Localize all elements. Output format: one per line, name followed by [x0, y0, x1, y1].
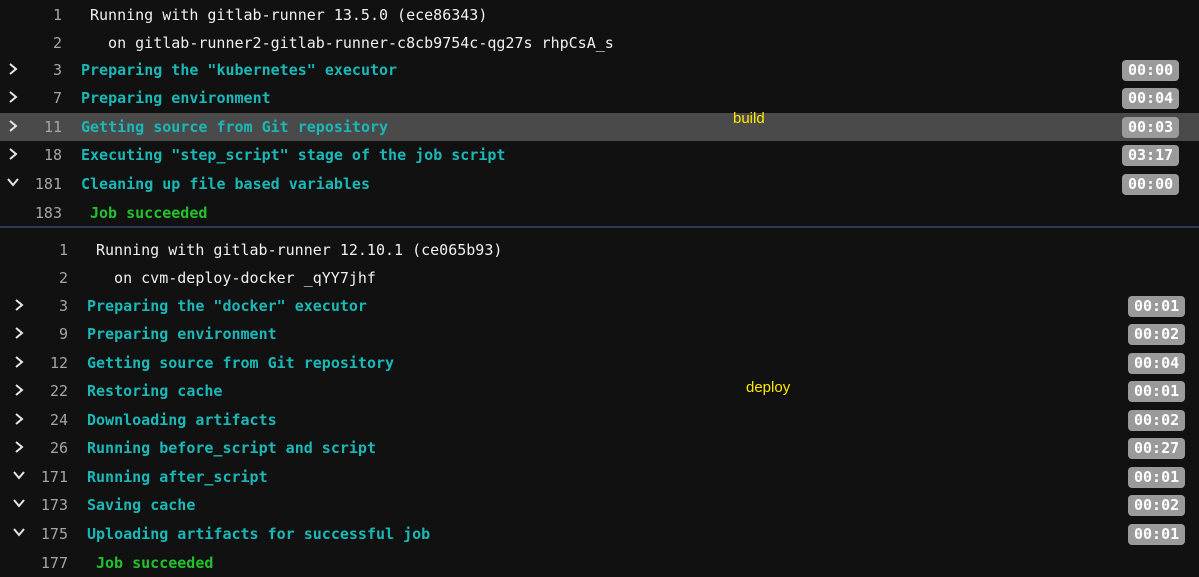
chevron-right-icon[interactable] [11, 409, 27, 429]
duration-badge: 00:02 [1128, 324, 1186, 345]
job-succeeded-text: Job succeeded [90, 204, 208, 222]
chevron-right-icon[interactable] [5, 59, 21, 79]
log-text: Running with gitlab-runner 12.10.1 (ce06… [96, 241, 503, 259]
log-section-download-artifacts[interactable]: 24 Downloading artifacts 00:02 [0, 406, 1199, 434]
line-number: 183 [34, 204, 62, 222]
chevron-right-icon[interactable] [11, 323, 27, 343]
chevron-down-icon[interactable] [11, 523, 27, 543]
section-title[interactable]: Uploading artifacts for successful job [87, 520, 430, 548]
section-title[interactable]: Getting source from Git repository [81, 113, 388, 141]
log-section-get-source[interactable]: 11 Getting source from Git repository 00… [0, 113, 1199, 141]
line-number: 22 [49, 382, 68, 400]
chevron-right-icon[interactable] [11, 380, 27, 400]
section-title[interactable]: Saving cache [87, 491, 195, 519]
section-title[interactable]: Preparing the "kubernetes" executor [81, 56, 397, 84]
log-section-cleanup[interactable]: 181 Cleaning up file based variables 00:… [0, 170, 1199, 198]
job-succeeded-text: Job succeeded [96, 554, 214, 572]
log-section-upload-artifacts[interactable]: 175 Uploading artifacts for successful j… [0, 520, 1199, 548]
line-number: 12 [49, 354, 68, 372]
chevron-right-icon[interactable] [5, 116, 21, 136]
duration-badge: 00:03 [1122, 117, 1180, 138]
line-number: 173 [40, 496, 68, 514]
duration-badge: 00:00 [1122, 60, 1180, 81]
section-title[interactable]: Running after_script [87, 463, 268, 491]
log-section-after-script[interactable]: 171 Running after_script 00:01 [0, 463, 1199, 491]
section-title[interactable]: Preparing environment [87, 320, 277, 348]
section-title[interactable]: Cleaning up file based variables [81, 170, 370, 198]
line-number: 3 [52, 61, 62, 79]
section-title[interactable]: Downloading artifacts [87, 406, 277, 434]
duration-badge: 00:27 [1128, 438, 1186, 459]
section-title[interactable]: Preparing environment [81, 84, 271, 112]
log-section-script[interactable]: 26 Running before_script and script 00:2… [0, 434, 1199, 462]
line-number: 1 [52, 6, 62, 24]
log-section-restore-cache[interactable]: 22 Restoring cache 00:01 [0, 377, 1199, 405]
line-number: 2 [58, 269, 68, 287]
log-section-prepare-environment[interactable]: 9 Preparing environment 00:02 [0, 320, 1199, 348]
line-number: 2 [52, 34, 62, 52]
chevron-down-icon[interactable] [11, 494, 27, 514]
line-number: 171 [40, 468, 68, 486]
line-number: 9 [58, 325, 68, 343]
log-section-prepare-executor[interactable]: 3 Preparing the "docker" executor 00:01 [0, 292, 1199, 320]
duration-badge: 00:01 [1128, 381, 1186, 402]
chevron-right-icon[interactable] [5, 87, 21, 107]
duration-badge: 00:04 [1128, 353, 1186, 374]
line-number: 175 [40, 525, 68, 543]
chevron-down-icon[interactable] [11, 466, 27, 486]
log-section-get-source[interactable]: 12 Getting source from Git repository 00… [0, 349, 1199, 377]
section-title[interactable]: Running before_script and script [87, 434, 376, 462]
log-line: 2 on cvm-deploy-docker _qYY7jhf [0, 264, 1199, 292]
log-section-save-cache[interactable]: 173 Saving cache 00:02 [0, 491, 1199, 519]
duration-badge: 00:04 [1122, 88, 1180, 109]
section-title[interactable]: Preparing the "docker" executor [87, 292, 367, 320]
stage-label: build [733, 110, 765, 127]
log-text: on cvm-deploy-docker _qYY7jhf [96, 269, 376, 287]
line-number: 181 [34, 175, 62, 193]
line-number: 11 [43, 118, 62, 136]
line-number: 7 [52, 89, 62, 107]
line-number: 1 [58, 241, 68, 259]
stage-label: deploy [746, 379, 791, 396]
section-title[interactable]: Getting source from Git repository [87, 349, 394, 377]
log-section-step-script[interactable]: 18 Executing "step_script" stage of the … [0, 141, 1199, 169]
log-line: 2 on gitlab-runner2-gitlab-runner-c8cb97… [0, 29, 1199, 57]
log-line: 177 Job succeeded [0, 549, 1199, 577]
line-number: 18 [43, 146, 62, 164]
line-number: 177 [40, 554, 68, 572]
chevron-right-icon[interactable] [11, 295, 27, 315]
chevron-right-icon[interactable] [11, 352, 27, 372]
log-text: on gitlab-runner2-gitlab-runner-c8cb9754… [90, 34, 614, 52]
duration-badge: 00:01 [1128, 467, 1186, 488]
log-section-prepare-environment[interactable]: 7 Preparing environment 00:04 [0, 84, 1199, 112]
duration-badge: 00:00 [1122, 174, 1180, 195]
build-job-log: 1 Running with gitlab-runner 13.5.0 (ece… [0, 0, 1199, 226]
chevron-right-icon[interactable] [5, 144, 21, 164]
duration-badge: 00:02 [1128, 495, 1186, 516]
log-section-prepare-executor[interactable]: 3 Preparing the "kubernetes" executor 00… [0, 56, 1199, 84]
line-number: 24 [49, 411, 68, 429]
log-line: 183 Job succeeded [0, 199, 1199, 227]
line-number: 3 [58, 297, 68, 315]
log-line: 1 Running with gitlab-runner 13.5.0 (ece… [0, 1, 1199, 29]
line-number: 26 [49, 439, 68, 457]
deploy-job-log: 1 Running with gitlab-runner 12.10.1 (ce… [0, 228, 1199, 574]
duration-badge: 03:17 [1122, 145, 1180, 166]
section-title[interactable]: Executing "step_script" stage of the job… [81, 141, 505, 169]
log-text: Running with gitlab-runner 13.5.0 (ece86… [90, 6, 488, 24]
log-line: 1 Running with gitlab-runner 12.10.1 (ce… [0, 236, 1199, 264]
duration-badge: 00:01 [1128, 296, 1186, 317]
duration-badge: 00:01 [1128, 524, 1186, 545]
chevron-right-icon[interactable] [11, 437, 27, 457]
duration-badge: 00:02 [1128, 410, 1186, 431]
section-title[interactable]: Restoring cache [87, 377, 222, 405]
chevron-down-icon[interactable] [5, 173, 21, 193]
